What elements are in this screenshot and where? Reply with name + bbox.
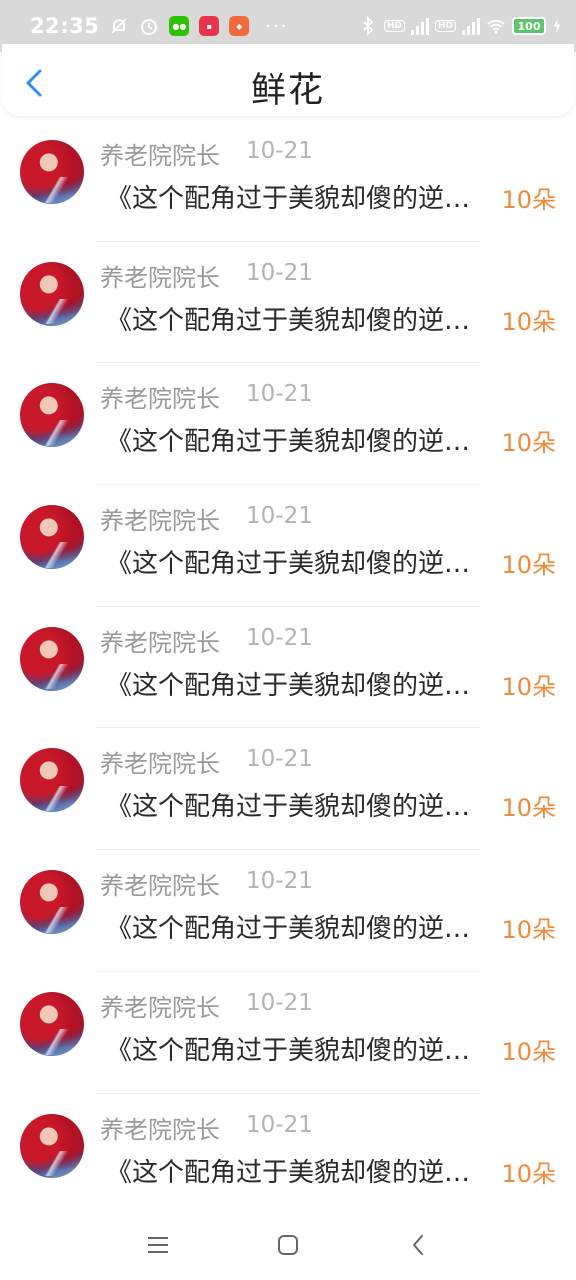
flower-count: 10朵 — [501, 307, 556, 336]
avatar[interactable] — [20, 383, 84, 448]
item-message: 《这个配角过于美貌却傻的逆袭之路》 — [106, 914, 496, 945]
flower-count: 10朵 — [501, 916, 556, 945]
flower-count: 10朵 — [501, 794, 556, 823]
item-date: 10-21 — [246, 868, 313, 895]
flower-count: 10朵 — [501, 672, 556, 701]
item-date: 10-21 — [246, 381, 313, 408]
menu-icon[interactable] — [143, 1230, 173, 1260]
list-item[interactable]: 养老院院长 10-21 《这个配角过于美貌却傻的逆袭之路》10朵 — [0, 485, 576, 607]
header: 鲜花 — [2, 44, 574, 116]
flower-list: 养老院院长10-21《这个配角过于美貌却傻的逆袭之路》10朵养老院院长10-21… — [0, 120, 576, 1216]
item-message: 《这个配角过于美貌却傻的逆袭之路》 — [106, 670, 496, 701]
user-name: 养老院院长 — [100, 507, 220, 536]
avatar[interactable] — [20, 748, 84, 813]
navigation-bar — [0, 1212, 576, 1280]
item-date: 10-21 — [246, 503, 313, 530]
flower-count: 10朵 — [501, 1037, 556, 1066]
item-date: 10-21 — [246, 624, 313, 651]
item-message: 《这个配角过于美貌却傻的逆袭之路》 — [106, 1035, 496, 1066]
list-item[interactable]: 养老院院长 10-21 《这个配角过于美貌却傻的逆袭之路》10朵 — [0, 1094, 576, 1216]
item-message: 《这个配角过于美貌却傻的逆袭之路》 — [106, 1157, 496, 1188]
wechat-icon: ●● — [169, 16, 190, 36]
page-title: 鲜花 — [250, 71, 325, 111]
status-right-icons: HD HD 100 — [358, 16, 562, 36]
signal-icon-2 — [462, 17, 480, 35]
user-name: 养老院院长 — [100, 1115, 220, 1144]
flower-count: 10朵 — [501, 186, 556, 214]
avatar[interactable] — [20, 140, 84, 204]
list-item[interactable]: 养老院院长 10-21 《这个配角过于美貌却傻的逆袭之路》10朵 — [0, 363, 576, 486]
item-message: 《这个配角过于美貌却傻的逆袭之路》 — [106, 305, 496, 336]
flower-count: 10朵 — [501, 551, 556, 580]
user-name: 养老院院长 — [100, 872, 220, 901]
mute-bell-icon — [111, 18, 127, 34]
charging-icon — [553, 18, 561, 34]
avatar[interactable] — [20, 261, 84, 326]
item-message: 《这个配角过于美貌却傻的逆袭之路》 — [106, 427, 496, 458]
item-date: 10-21 — [246, 746, 313, 773]
avatar[interactable] — [20, 626, 84, 691]
user-name: 养老院院长 — [100, 142, 220, 170]
list-item[interactable]: 养老院院长 10-21 《这个配角过于美貌却傻的逆袭之路》10朵 — [0, 607, 576, 729]
game-app-icon: ◆ — [229, 16, 250, 36]
bluetooth-icon — [363, 16, 374, 36]
home-icon[interactable] — [273, 1230, 303, 1260]
list-item[interactable]: 养老院院长 10-21 《这个配角过于美貌却傻的逆袭之路》10朵 — [0, 728, 576, 851]
item-date: 10-21 — [246, 138, 313, 164]
item-date: 10-21 — [246, 989, 313, 1016]
user-name: 养老院院长 — [100, 628, 220, 657]
more-notifications: ··· — [265, 15, 289, 37]
alarm-icon — [141, 19, 158, 35]
battery-icon: 100 — [512, 17, 546, 35]
red-app-icon: ▪ — [199, 16, 220, 36]
hd-icon-2: HD — [434, 20, 456, 32]
item-message: 《这个配角过于美貌却傻的逆袭之路》 — [106, 792, 496, 823]
user-name: 养老院院长 — [100, 385, 220, 414]
wifi-icon — [487, 20, 505, 34]
list-item[interactable]: 养老院院长 10-21 《这个配角过于美貌却傻的逆袭之路》10朵 — [0, 120, 576, 242]
list-item[interactable]: 养老院院长 10-21 《这个配角过于美貌却傻的逆袭之路》10朵 — [0, 850, 576, 972]
signal-icon — [410, 17, 429, 35]
list-item[interactable]: 养老院院长 10-21 《这个配角过于美貌却傻的逆袭之路》10朵 — [0, 972, 576, 1094]
list-item[interactable]: 养老院院长 10-21 《这个配角过于美貌却傻的逆袭之路》10朵 — [0, 242, 576, 364]
avatar[interactable] — [20, 870, 84, 935]
flower-count: 10朵 — [501, 429, 556, 458]
flower-count: 10朵 — [501, 1159, 556, 1188]
avatar[interactable] — [20, 1113, 84, 1178]
status-left-icons: ●● ▪ ◆ ··· — [109, 16, 288, 37]
hd-icon: HD — [383, 20, 405, 32]
item-message: 《这个配角过于美貌却傻的逆袭之路》 — [106, 549, 496, 580]
back-icon[interactable] — [403, 1230, 433, 1260]
avatar[interactable] — [20, 991, 84, 1056]
user-name: 养老院院长 — [100, 263, 220, 292]
item-date: 10-21 — [246, 259, 313, 286]
user-name: 养老院院长 — [100, 993, 220, 1022]
item-date: 10-21 — [246, 1111, 313, 1138]
user-name: 养老院院长 — [100, 750, 220, 779]
avatar[interactable] — [20, 505, 84, 570]
status-time: 22:35 — [30, 14, 100, 38]
item-message: 《这个配角过于美貌却傻的逆袭之路》 — [106, 184, 496, 214]
